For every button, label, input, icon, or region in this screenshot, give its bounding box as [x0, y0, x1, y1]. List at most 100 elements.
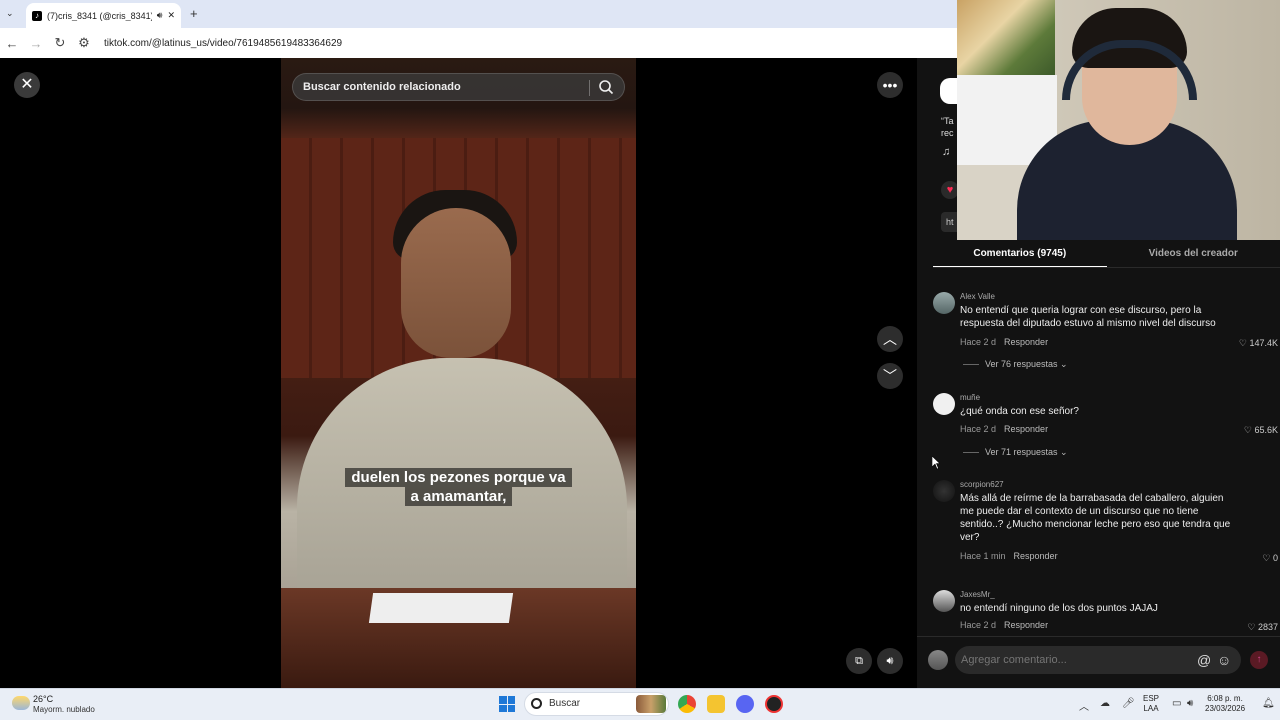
comment-username[interactable]: scorpion627 — [960, 480, 1004, 489]
comment-meta: Hace 1 min Responder — [960, 551, 1058, 561]
previous-video-icon[interactable]: ︿ — [877, 326, 903, 352]
notifications-icon[interactable]: 🔔︎ — [1262, 698, 1275, 709]
like-count: 147.4K — [1249, 338, 1278, 348]
file-explorer-icon[interactable] — [707, 695, 725, 713]
tabs-divider — [933, 267, 1280, 268]
comment-likes[interactable]: ♡ 2837 — [1247, 622, 1278, 633]
chrome-icon[interactable] — [678, 695, 696, 713]
comment-meta: Hace 2 d Responder — [960, 620, 1048, 630]
emoji-icon[interactable]: ☺ — [1217, 652, 1231, 668]
avatar[interactable] — [933, 590, 955, 612]
weather-description[interactable]: Mayorm. nublado — [33, 705, 95, 714]
lang-code: ESP — [1143, 694, 1160, 703]
picture-in-picture-icon[interactable]: ⧉ — [846, 648, 872, 674]
like-count: 2837 — [1257, 622, 1278, 632]
speaker-head — [401, 208, 511, 358]
tab-title: (7)cris_8341 (@cris_8341) | — [47, 10, 152, 21]
clock-date: 23/03/2026 — [1205, 704, 1246, 713]
comment-item: Alex Valle No entendí que queria lograr … — [933, 292, 1278, 372]
view-replies-label: Ver 71 respuestas — [985, 447, 1058, 457]
webcam-overlay — [957, 0, 1280, 240]
mention-icon[interactable]: @ — [1197, 652, 1211, 668]
reply-button[interactable]: Responder — [1014, 551, 1058, 561]
tiktok-favicon-icon: ♪ — [32, 10, 42, 21]
tab-list-chevron-icon[interactable]: ⌄ — [6, 8, 14, 19]
view-replies-button[interactable]: Ver 76 respuestas ⌄ — [963, 359, 1068, 370]
video-caption: duelen los pezones porque va a amamantar… — [281, 468, 636, 506]
comment-likes[interactable]: ♡ 147.4K — [1239, 338, 1278, 349]
cloud-sync-icon[interactable]: ☁ — [1100, 698, 1110, 709]
clock-time: 6:08 p. m. — [1207, 694, 1243, 703]
music-note-icon[interactable]: ♫ — [942, 146, 950, 158]
view-replies-button[interactable]: Ver 71 respuestas ⌄ — [963, 447, 1068, 458]
comment-time: Hace 2 d — [960, 424, 997, 434]
avatar[interactable] — [933, 393, 955, 415]
video-frame[interactable] — [281, 58, 636, 688]
like-count: 65.6K — [1254, 425, 1278, 435]
webcam-poster — [957, 0, 1055, 75]
app-icon[interactable] — [765, 695, 783, 713]
comment-username[interactable]: muñe — [960, 393, 980, 402]
network-icon[interactable]: ▭ — [1172, 698, 1181, 709]
tab-creator-videos[interactable]: Videos del creador — [1107, 240, 1280, 268]
next-video-icon[interactable]: ﹀ — [877, 363, 903, 389]
back-icon[interactable]: ← — [0, 36, 24, 51]
comment-text: ¿qué onda con ese señor? — [960, 406, 1079, 417]
speaker-icon[interactable]: 🔊︎ — [1187, 698, 1193, 709]
send-icon[interactable]: ↑ — [1250, 651, 1268, 669]
comment-item: scorpion627 Más allá de reírme de la bar… — [933, 480, 1278, 570]
reply-button[interactable]: Responder — [1004, 620, 1048, 630]
search-icon[interactable] — [598, 79, 614, 95]
weather-cloud-icon[interactable] — [12, 696, 30, 710]
windows-start-icon[interactable] — [499, 696, 515, 712]
comment-username[interactable]: JaxesMr_ — [960, 590, 995, 599]
tray-chevron-icon[interactable]: ︿ — [1079, 698, 1089, 713]
description-fragment-2: rec — [941, 128, 954, 138]
search-highlight-image[interactable] — [636, 695, 666, 713]
close-icon[interactable]: ✕ — [14, 72, 40, 98]
tab-close-icon[interactable]: ✕ — [167, 10, 175, 21]
comment-likes[interactable]: ♡ 0 — [1262, 553, 1278, 564]
discord-icon[interactable] — [736, 695, 754, 713]
search-placeholder: Buscar contenido relacionado — [303, 81, 461, 93]
comment-time: Hace 2 d — [960, 620, 997, 630]
weather-temp[interactable]: 26°C — [33, 694, 53, 704]
volume-icon[interactable]: 🔊︎ — [877, 648, 903, 674]
search-divider — [589, 80, 590, 96]
url-text[interactable]: tiktok.com/@latinus_us/video/76194856194… — [104, 38, 342, 49]
avatar[interactable] — [933, 292, 955, 314]
comment-item: JaxesMr_ no entendí ninguno de los dos p… — [933, 590, 1278, 636]
comment-text: Más allá de reírme de la barrabasada del… — [960, 493, 1231, 543]
comment-username[interactable]: Alex Valle — [960, 292, 995, 301]
browser-tab[interactable]: ♪ (7)cris_8341 (@cris_8341) | 🔊︎ ✕ — [26, 3, 181, 28]
avatar[interactable] — [928, 650, 948, 670]
comment-text: No entendí que queria lograr con ese dis… — [960, 305, 1216, 329]
reload-icon[interactable]: ↻ — [48, 35, 72, 51]
tab-comments[interactable]: Comentarios (9745) — [933, 240, 1107, 268]
forward-icon[interactable]: → — [24, 36, 48, 51]
paper-sheet — [368, 593, 514, 623]
site-info-icon[interactable]: ⚙ — [72, 35, 96, 51]
reply-button[interactable]: Responder — [1004, 337, 1048, 347]
address-bar: ← → ↻ ⚙ tiktok.com/@latinus_us/video/761… — [0, 28, 957, 58]
new-tab-icon[interactable]: + — [190, 6, 198, 21]
comment-time: Hace 2 d — [960, 337, 997, 347]
language-indicator[interactable]: ESP LAA — [1143, 694, 1159, 714]
comments-tabs: Comentarios (9745) Videos del creador — [933, 240, 1280, 268]
comment-item: muñe ¿qué onda con ese señor? Hace 2 d Re… — [933, 393, 1278, 461]
reply-button[interactable]: Responder — [1004, 424, 1048, 434]
comment-meta: Hace 2 d Responder — [960, 337, 1048, 347]
caption-line-1: duelen los pezones porque va — [345, 468, 572, 487]
related-search-box[interactable]: Buscar contenido relacionado — [292, 73, 625, 101]
like-count: 0 — [1272, 553, 1278, 563]
comment-text: no entendí ninguno de los dos puntos JAJ… — [960, 603, 1158, 614]
more-options-icon[interactable]: ••• — [877, 72, 903, 98]
view-replies-label: Ver 76 respuestas — [985, 359, 1058, 369]
mouse-cursor-icon — [932, 456, 940, 470]
description-fragment-1: “Ta — [941, 116, 954, 126]
audio-playing-icon[interactable]: 🔊︎ — [157, 10, 163, 21]
microphone-icon[interactable]: 🎤︎ — [1122, 698, 1135, 709]
clock[interactable]: 6:08 p. m. 23/03/2026 — [1205, 694, 1245, 714]
comment-likes[interactable]: ♡ 65.6K — [1244, 425, 1278, 436]
avatar[interactable] — [933, 480, 955, 502]
